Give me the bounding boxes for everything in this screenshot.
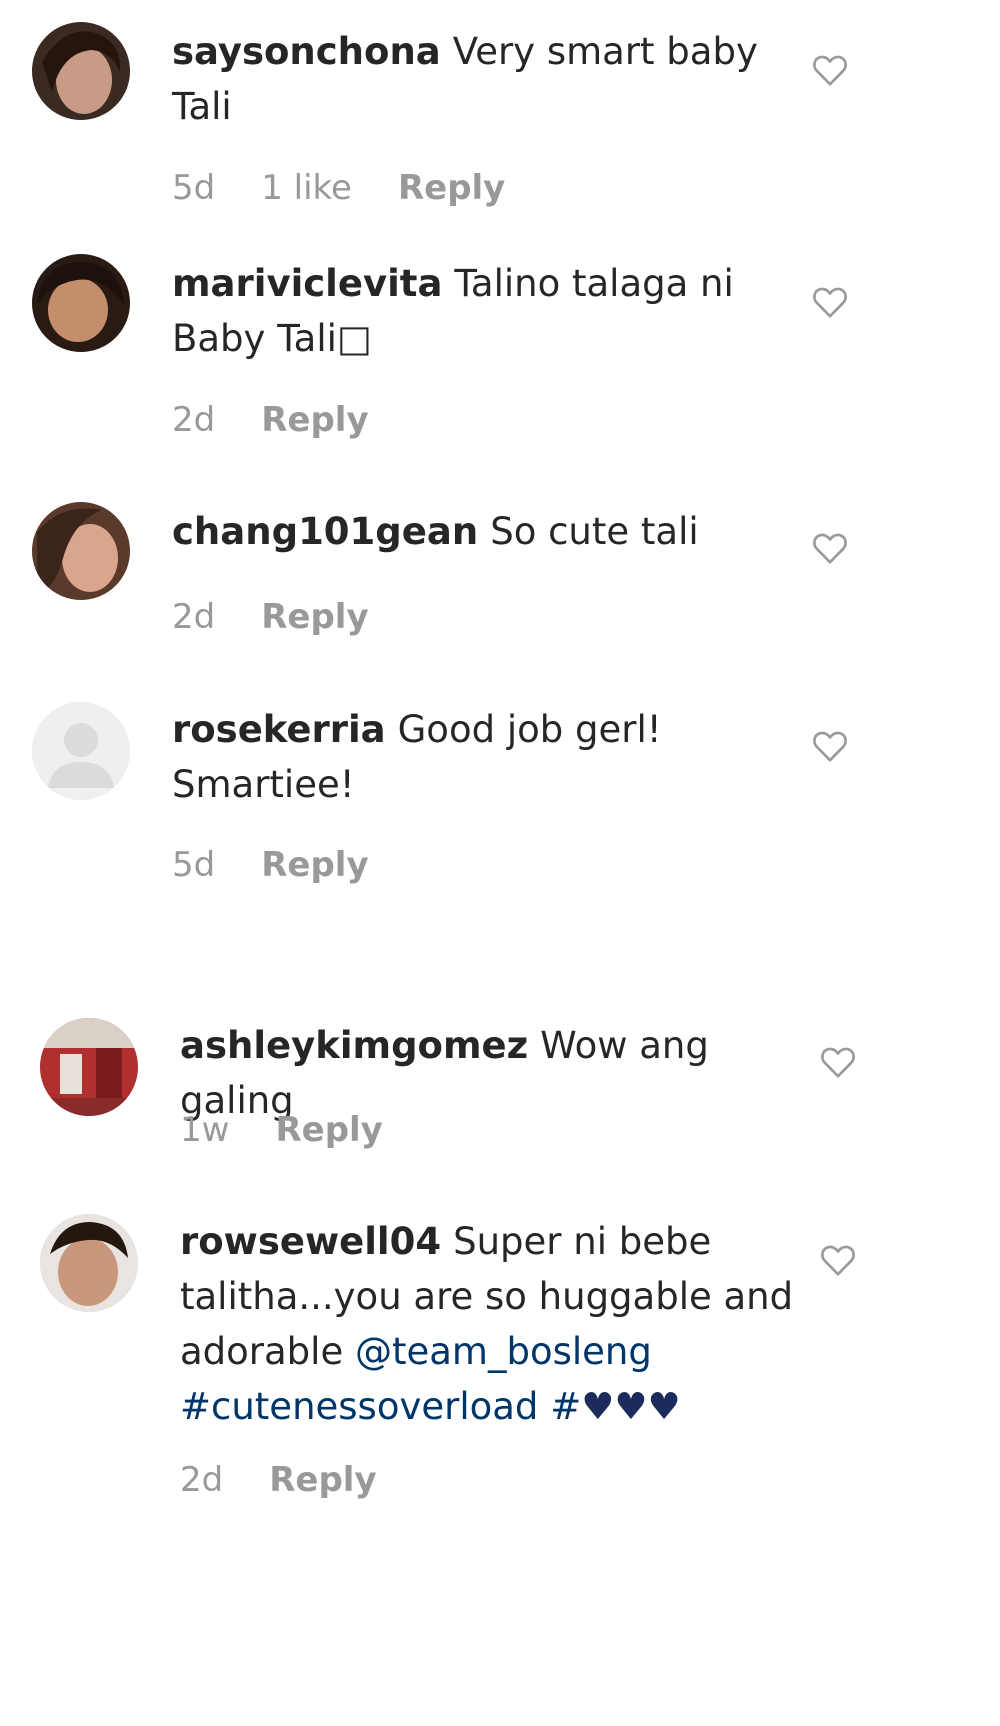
comment-username[interactable]: mariviclevita [172, 262, 442, 305]
comment-text: chang101gean So cute tali [172, 504, 812, 559]
comment-text: mariviclevita Talino talaga ni Baby Tali□ [172, 256, 812, 366]
comment-username[interactable]: chang101gean [172, 510, 478, 553]
comment-time: 5d [172, 845, 216, 885]
avatar[interactable] [32, 254, 130, 352]
hashtag-link[interactable]: # [550, 1385, 581, 1428]
heart-outline-icon [821, 1245, 855, 1276]
heart-emoji-icon: ♥♥♥ [581, 1385, 681, 1428]
comment-like-count[interactable]: 1 like [261, 168, 352, 208]
like-button[interactable] [810, 282, 850, 322]
comment-body-line: Good job gerl! [397, 708, 662, 751]
comment-username[interactable]: ashleykimgomez [180, 1024, 528, 1067]
comment-username[interactable]: rowsewell04 [180, 1220, 441, 1263]
comment-username[interactable]: saysonchona [172, 30, 441, 73]
comment-body-line: Tali [172, 85, 232, 128]
reply-button[interactable]: Reply [261, 400, 368, 440]
profile-photo-icon [32, 502, 130, 600]
comment-time: 1w [180, 1110, 230, 1150]
comment-meta: 2d Reply [180, 1460, 423, 1500]
heart-outline-icon [813, 55, 847, 86]
comment-meta: 1w Reply [180, 1110, 429, 1150]
comment-meta: 5d 1 like Reply [172, 168, 551, 208]
comment-meta: 2d Reply [172, 400, 415, 440]
comment-body-line: Baby Tali□ [172, 317, 372, 360]
comment-body-line: Smartiee! [172, 763, 355, 806]
comment-body-line: Talino talaga ni [454, 262, 734, 305]
comment-username[interactable]: rosekerria [172, 708, 386, 751]
default-profile-photo-icon [32, 702, 130, 800]
comment-time: 5d [172, 168, 216, 208]
reply-button[interactable]: Reply [261, 597, 368, 637]
reply-button[interactable]: Reply [261, 845, 368, 885]
like-button[interactable] [810, 528, 850, 568]
profile-photo-icon [40, 1018, 138, 1116]
comment-text: saysonchona Very smart baby Tali [172, 24, 812, 134]
comment-text: rowsewell04 Super ni bebe talitha...you a… [180, 1214, 820, 1434]
like-button[interactable] [810, 726, 850, 766]
profile-photo-icon [32, 22, 130, 120]
comment-body-line: talitha...you are so huggable and [180, 1275, 794, 1318]
heart-outline-icon [813, 533, 847, 564]
hashtag-link[interactable]: #cutenessoverload [180, 1385, 538, 1428]
comment-meta: 2d Reply [172, 597, 415, 637]
mention-link[interactable]: @team_bosleng [355, 1330, 652, 1373]
like-button[interactable] [818, 1240, 858, 1280]
avatar[interactable] [32, 22, 130, 120]
comment-body-line: adorable [180, 1330, 355, 1373]
reply-button[interactable]: Reply [269, 1460, 376, 1500]
like-button[interactable] [818, 1042, 858, 1082]
reply-button[interactable]: Reply [398, 168, 505, 208]
avatar[interactable] [32, 702, 130, 800]
comment-time: 2d [172, 400, 216, 440]
avatar[interactable] [40, 1018, 138, 1116]
comment-meta: 5d Reply [172, 845, 415, 885]
like-button[interactable] [810, 50, 850, 90]
heart-outline-icon [813, 731, 847, 762]
comment-time: 2d [172, 597, 216, 637]
comment-time: 2d [180, 1460, 224, 1500]
comment-body-line: Super ni bebe [453, 1220, 712, 1263]
comment-body-line: So cute tali [490, 510, 699, 553]
heart-outline-icon [813, 287, 847, 318]
profile-photo-icon [32, 254, 130, 352]
avatar[interactable] [32, 502, 130, 600]
profile-photo-icon [40, 1214, 138, 1312]
reply-button[interactable]: Reply [275, 1110, 382, 1150]
comment-body-line: Very smart baby [452, 30, 758, 73]
comment-text: rosekerria Good job gerl! Smartiee! [172, 702, 812, 812]
avatar[interactable] [40, 1214, 138, 1312]
heart-outline-icon [821, 1047, 855, 1078]
